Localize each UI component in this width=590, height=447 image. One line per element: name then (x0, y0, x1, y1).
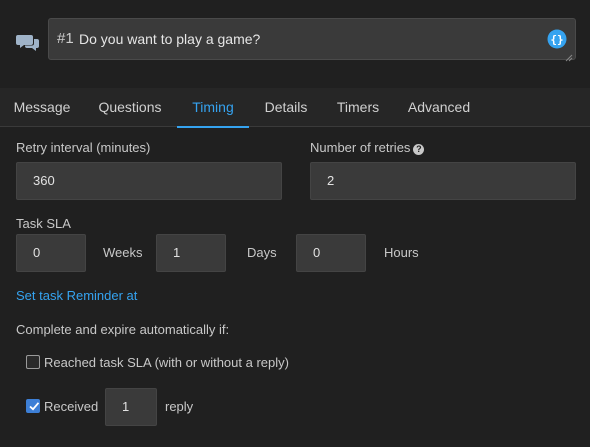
auto-complete-label: Complete and expire automatically if: (16, 322, 230, 337)
retries-input[interactable]: 2 (310, 162, 576, 200)
tab-details[interactable]: Details (256, 88, 316, 127)
sla-reached-label: Reached task SLA (with or without a repl… (44, 355, 289, 370)
variable-braces-icon[interactable]: {} (547, 29, 567, 49)
sla-hours-label: Hours (384, 245, 419, 260)
chat-bubbles-icon (16, 32, 40, 52)
task-sla-label: Task SLA (16, 216, 71, 231)
tab-timing[interactable]: Timing (177, 88, 249, 128)
sla-weeks-label: Weeks (103, 245, 143, 260)
sla-reached-checkbox[interactable] (26, 355, 40, 369)
reply-label: reply (165, 399, 194, 414)
retry-interval-label: Retry interval (minutes) (16, 140, 151, 155)
sla-weeks-input[interactable]: 0 (16, 234, 86, 272)
received-count-input[interactable]: 1 (105, 388, 157, 426)
tab-message[interactable]: Message (6, 88, 78, 127)
retry-interval-input[interactable]: 360 (16, 162, 282, 200)
sla-days-label: Days (247, 245, 277, 260)
message-text-field[interactable]: #1 Do you want to play a game? {} (48, 18, 576, 62)
message-number: #1 (57, 30, 74, 47)
tab-advanced[interactable]: Advanced (400, 88, 478, 127)
tab-timers[interactable]: Timers (328, 88, 388, 127)
resize-grip-icon[interactable] (565, 49, 573, 62)
question-circle-icon[interactable]: ? (413, 144, 425, 155)
svg-text:{}: {} (550, 33, 563, 46)
sla-days-input[interactable]: 1 (156, 234, 226, 272)
tab-questions[interactable]: Questions (90, 88, 170, 127)
message-text: Do you want to play a game? (79, 31, 261, 47)
received-checkbox[interactable] (26, 399, 40, 413)
received-label: Received (44, 399, 99, 414)
retries-label-group: Number of retries? (310, 140, 425, 155)
checkmark-icon (29, 402, 40, 411)
tab-bar: Message Questions Timing Details Timers … (0, 88, 590, 128)
set-reminder-link[interactable]: Set task Reminder at (16, 288, 137, 303)
active-tab-indicator (177, 126, 249, 128)
retries-label: Number of retries (310, 140, 411, 155)
sla-hours-input[interactable]: 0 (296, 234, 366, 272)
